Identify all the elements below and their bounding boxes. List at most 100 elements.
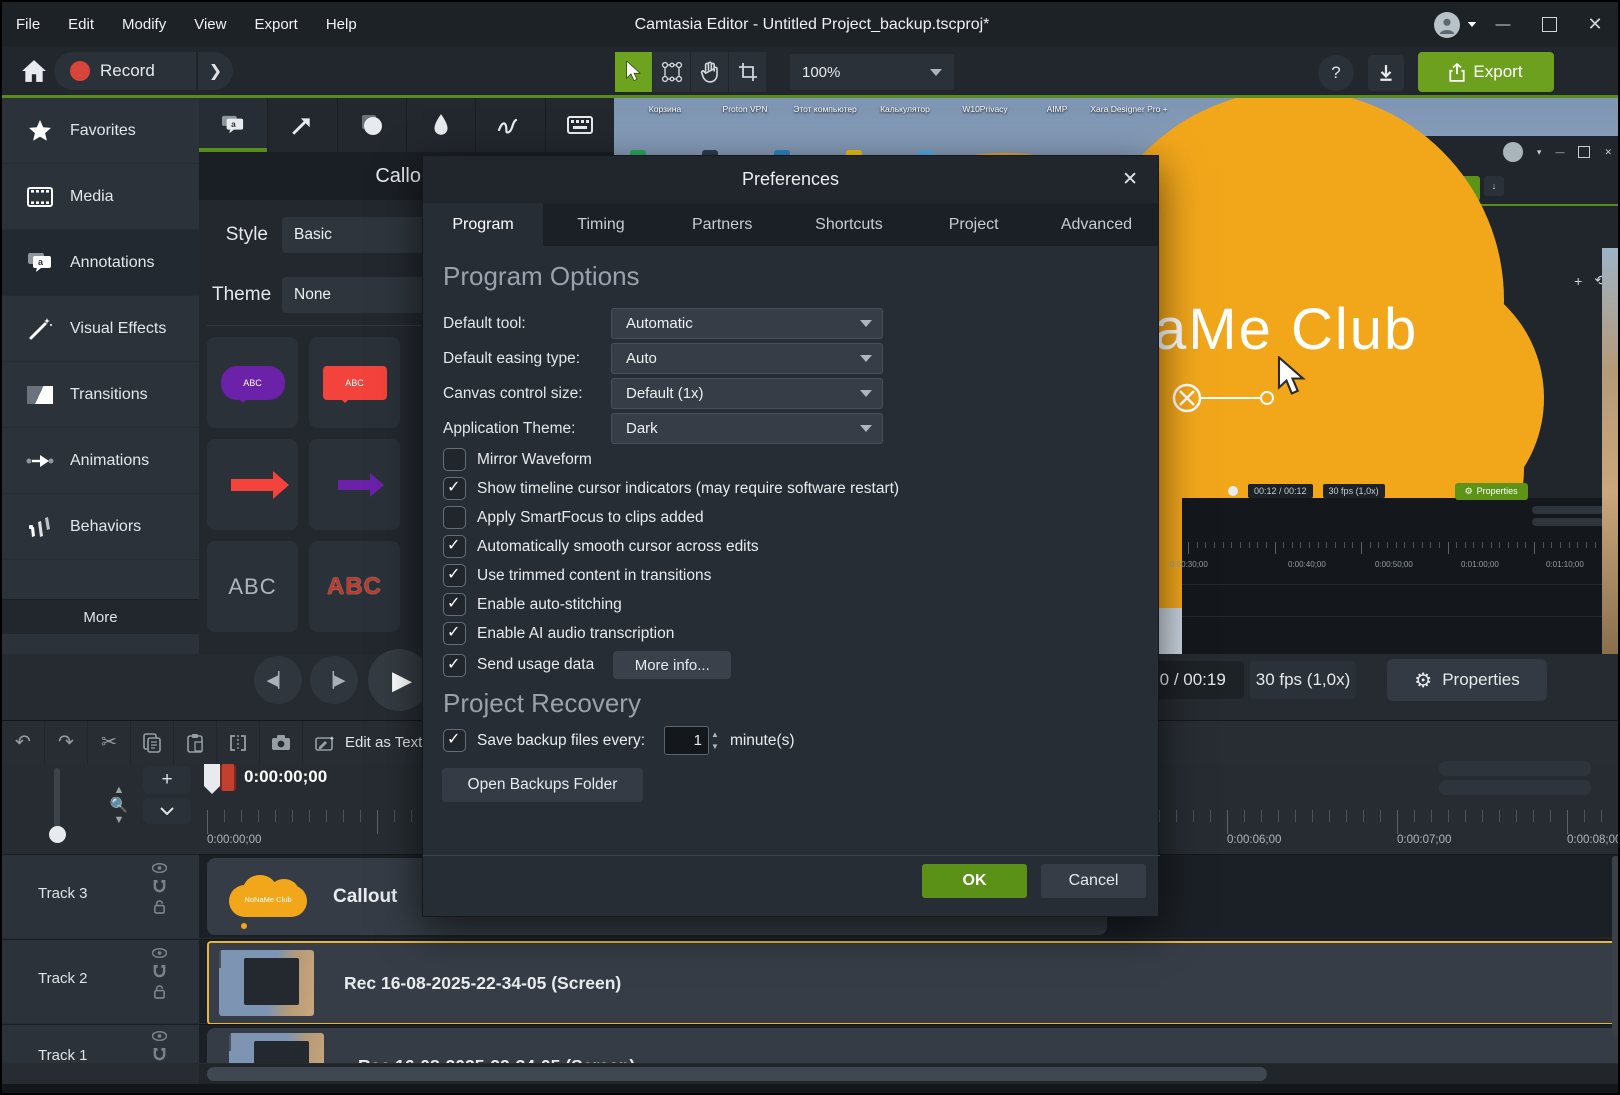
- sidebar-item-visual-effects[interactable]: Visual Effects: [2, 296, 199, 362]
- callout-card-arrow-red[interactable]: [207, 439, 298, 530]
- checkbox-mirror-waveform[interactable]: Mirror Waveform: [443, 448, 592, 471]
- checkbox-ai-transcription[interactable]: Enable AI audio transcription: [443, 622, 674, 645]
- canvas-control-size-select[interactable]: Default (1x): [611, 378, 883, 409]
- menu-export[interactable]: Export: [240, 2, 311, 47]
- sidebar-item-annotations[interactable]: a Annotations: [2, 230, 199, 296]
- tab-shortcuts[interactable]: Shortcuts: [785, 203, 912, 246]
- lock-icon[interactable]: [153, 899, 166, 914]
- playhead-marker[interactable]: [220, 764, 236, 791]
- redo-button[interactable]: ↷: [45, 721, 88, 765]
- lock-icon[interactable]: [153, 984, 166, 999]
- sidebar-item-label: Media: [70, 188, 114, 206]
- application-theme-select[interactable]: Dark: [611, 413, 883, 444]
- ok-button[interactable]: OK: [922, 864, 1027, 898]
- eye-icon[interactable]: [152, 948, 167, 958]
- backup-interval-stepper[interactable]: ▲▼: [711, 730, 719, 751]
- playhead-flag[interactable]: [203, 764, 221, 794]
- track1-lane[interactable]: Rec 16-08-2025-22-34-05 (Screen): [199, 1024, 1620, 1063]
- magnet-icon[interactable]: [153, 879, 166, 893]
- tab-sketch[interactable]: [476, 98, 545, 152]
- help-button[interactable]: ?: [1318, 55, 1354, 91]
- sidebar-item-transitions[interactable]: Transitions: [2, 362, 199, 428]
- callout-card-speech-red[interactable]: ABC: [309, 337, 400, 428]
- tab-timing[interactable]: Timing: [543, 203, 659, 246]
- export-button[interactable]: Export: [1418, 52, 1554, 92]
- tab-advanced[interactable]: Advanced: [1035, 203, 1158, 246]
- checkbox-auto-stitching[interactable]: Enable auto-stitching: [443, 593, 622, 616]
- avatar-caret-icon[interactable]: [1464, 2, 1480, 47]
- h-scrollbar-thumb[interactable]: [207, 1067, 1267, 1081]
- save-backup-row[interactable]: Save backup files every: 1 ▲▼ minute(s): [443, 726, 795, 755]
- tab-partners[interactable]: Partners: [659, 203, 785, 246]
- rec-clip[interactable]: Rec 16-08-2025-22-34-05 (Screen): [207, 1028, 1619, 1063]
- eye-icon[interactable]: [152, 1031, 167, 1041]
- menu-help[interactable]: Help: [312, 2, 371, 47]
- checkbox-smartfocus[interactable]: Apply SmartFocus to clips added: [443, 506, 704, 529]
- sidebar-item-favorites[interactable]: Favorites: [2, 98, 199, 164]
- cursor-tool-button[interactable]: [615, 52, 652, 92]
- sidebar-item-media[interactable]: Media: [2, 164, 199, 230]
- cancel-button[interactable]: Cancel: [1041, 864, 1146, 898]
- split-button[interactable]: [217, 721, 260, 765]
- v-scrollbar-thumb[interactable]: [1612, 856, 1619, 1036]
- maximize-button[interactable]: [1526, 2, 1572, 47]
- sidebar-item-behaviors[interactable]: Behaviors: [2, 494, 199, 560]
- checkbox-smooth-cursor[interactable]: Automatically smooth cursor across edits: [443, 535, 759, 558]
- menu-file[interactable]: File: [2, 2, 54, 47]
- play-button[interactable]: ▶: [368, 649, 430, 711]
- dialog-close-icon[interactable]: ✕: [1116, 166, 1144, 193]
- cut-button[interactable]: ✂: [88, 721, 131, 765]
- tab-arrows[interactable]: [268, 98, 337, 152]
- menu-edit[interactable]: Edit: [54, 2, 108, 47]
- tab-callouts[interactable]: a: [199, 98, 268, 152]
- checkbox-timeline-cursor-indicators[interactable]: Show timeline cursor indicators (may req…: [443, 477, 899, 500]
- checkbox-send-usage-data[interactable]: Send usage data More info...: [443, 651, 731, 679]
- prev-frame-button[interactable]: ◀▏: [254, 656, 302, 704]
- paste-button[interactable]: [174, 721, 217, 765]
- tab-program[interactable]: Program: [423, 203, 543, 246]
- properties-button[interactable]: ⚙ Properties: [1387, 659, 1547, 701]
- tab-blur[interactable]: [407, 98, 476, 152]
- record-button[interactable]: Record: [54, 52, 196, 90]
- playhead-time: 0:00:00;00: [244, 767, 327, 787]
- sidebar-more-button[interactable]: More: [2, 599, 199, 634]
- tab-project[interactable]: Project: [912, 203, 1034, 246]
- open-backups-folder-button[interactable]: Open Backups Folder: [442, 768, 643, 802]
- menu-view[interactable]: View: [180, 2, 240, 47]
- default-tool-select[interactable]: Automatic: [611, 308, 883, 339]
- menu-modify[interactable]: Modify: [108, 2, 180, 47]
- transform-tool-button[interactable]: [653, 52, 690, 92]
- magnet-icon[interactable]: [153, 1047, 166, 1061]
- callout-card-speech-purple[interactable]: ABC: [207, 337, 298, 428]
- close-button[interactable]: ✕: [1572, 2, 1618, 47]
- eye-icon[interactable]: [152, 863, 167, 873]
- pan-tool-button[interactable]: [691, 52, 728, 92]
- more-info-button[interactable]: More info...: [613, 651, 731, 679]
- h-scrollbar-track[interactable]: [199, 1064, 1620, 1084]
- callout-card-text-red[interactable]: ABC: [309, 541, 400, 632]
- snapshot-button[interactable]: [260, 721, 303, 765]
- annotation-handle[interactable]: [1169, 378, 1289, 418]
- home-button[interactable]: [16, 52, 52, 90]
- download-button[interactable]: [1368, 55, 1404, 91]
- callout-card-text-plain[interactable]: ABC: [207, 541, 298, 632]
- checkbox-trimmed-content[interactable]: Use trimmed content in transitions: [443, 564, 711, 587]
- callout-card-arrow-purple[interactable]: [309, 439, 400, 530]
- crop-tool-button[interactable]: [729, 52, 766, 92]
- avatar[interactable]: [1430, 2, 1464, 47]
- backup-interval-input[interactable]: 1: [664, 726, 709, 755]
- field-application-theme: Application Theme: Dark: [443, 413, 883, 444]
- tab-keystrokes[interactable]: [546, 98, 614, 152]
- zoom-select[interactable]: 100%: [790, 54, 954, 90]
- minimize-button[interactable]: —: [1480, 2, 1526, 47]
- sidebar-item-animations[interactable]: Animations: [2, 428, 199, 494]
- tab-shapes[interactable]: [338, 98, 407, 152]
- step-frame-button[interactable]: ▕▶: [310, 656, 358, 704]
- copy-button[interactable]: [131, 721, 174, 765]
- add-track-button[interactable]: +: [143, 766, 191, 794]
- undo-button[interactable]: ↶: [2, 721, 45, 765]
- rec-clip-selected[interactable]: Rec 16-08-2025-22-34-05 (Screen): [207, 941, 1620, 1025]
- magnet-icon[interactable]: [153, 964, 166, 978]
- default-easing-select[interactable]: Auto: [611, 343, 883, 374]
- track2-lane[interactable]: Rec 16-08-2025-22-34-05 (Screen): [199, 939, 1620, 1023]
